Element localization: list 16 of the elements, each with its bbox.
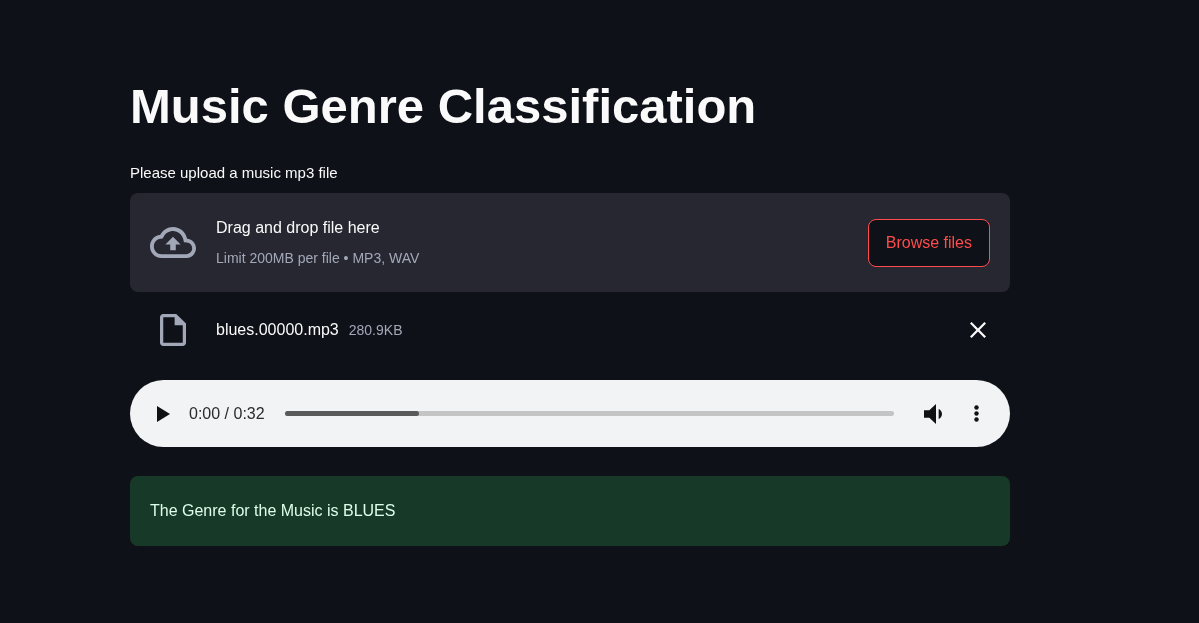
more-icon [974,405,979,422]
file-icon [160,314,186,346]
progress-track[interactable] [284,411,894,416]
dropzone-instruction: Drag and drop file here [216,218,380,238]
file-dropzone[interactable]: Drag and drop file here Limit 200MB per file • MP3, WAV Browse files [130,193,1010,292]
upload-label: Please upload a music mp3 file [130,163,338,183]
cloud-upload-icon [150,227,196,258]
close-icon [970,322,986,338]
file-name: blues.00000.mp3 [216,320,339,340]
page-title: Music Genre Classification [130,78,757,135]
time-display: 0:00 / 0:32 [189,403,265,424]
file-limit-text: Limit 200MB per file • MP3, WAV [216,249,420,268]
speaker-icon [924,403,942,424]
result-text: The Genre for the Music is BLUES [150,501,396,521]
file-size: 280.9KB [348,321,403,340]
browse-files-button[interactable]: Browse files [867,218,990,267]
